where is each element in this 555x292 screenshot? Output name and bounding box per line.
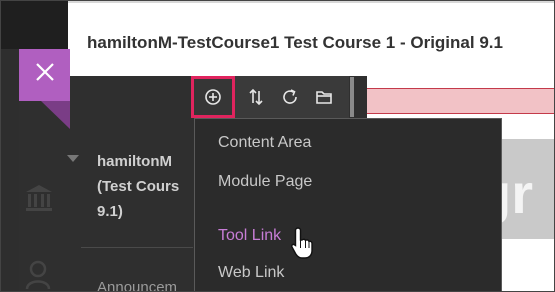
add-menu-item-button[interactable]: [191, 76, 235, 118]
collapse-caret-icon[interactable]: [67, 155, 79, 162]
course-name-line: (Test Cours: [97, 178, 180, 195]
dropdown-item-content-area[interactable]: Content Area: [218, 134, 311, 152]
nav-strip-top: [1, 1, 68, 49]
menu-item-announcements[interactable]: Announcem: [97, 279, 177, 291]
page-header: hamiltonM-TestCourse1 Test Course 1 - Or…: [68, 1, 554, 76]
dropdown-item-tool-link[interactable]: Tool Link: [218, 227, 281, 245]
sort-icon: [249, 88, 263, 106]
dropdown-item-module-page[interactable]: Module Page: [218, 173, 312, 191]
course-menu-toolbar: [191, 76, 349, 118]
add-menu-dropdown: Content Area Module Page Tool Link Web L…: [194, 118, 502, 291]
menu-divider: [81, 247, 193, 248]
institution-icon[interactable]: [25, 183, 53, 213]
folder-icon: [316, 91, 332, 104]
course-name-line: 9.1): [97, 203, 123, 220]
refresh-button[interactable]: [273, 76, 307, 118]
refresh-icon: [283, 89, 297, 104]
course-menu-title[interactable]: hamiltonM (Test Cours 9.1): [97, 149, 207, 224]
dropdown-item-web-link[interactable]: Web Link: [218, 264, 284, 282]
hand-cursor-icon: [291, 227, 313, 259]
folder-button[interactable]: [307, 76, 341, 118]
sort-button[interactable]: [239, 76, 273, 118]
close-menu-button[interactable]: [19, 49, 70, 129]
course-name-line: hamiltonM: [97, 153, 172, 170]
toolbar-scroll-handle: [350, 77, 354, 117]
close-icon: [36, 63, 54, 81]
notification-strip: [361, 88, 554, 114]
user-icon[interactable]: [25, 259, 51, 289]
add-icon: [205, 89, 221, 105]
screenshot-frame: hamiltonM-TestCourse1 Test Course 1 - Or…: [0, 0, 555, 292]
course-title: hamiltonM-TestCourse1 Test Course 1 - Or…: [87, 33, 503, 52]
